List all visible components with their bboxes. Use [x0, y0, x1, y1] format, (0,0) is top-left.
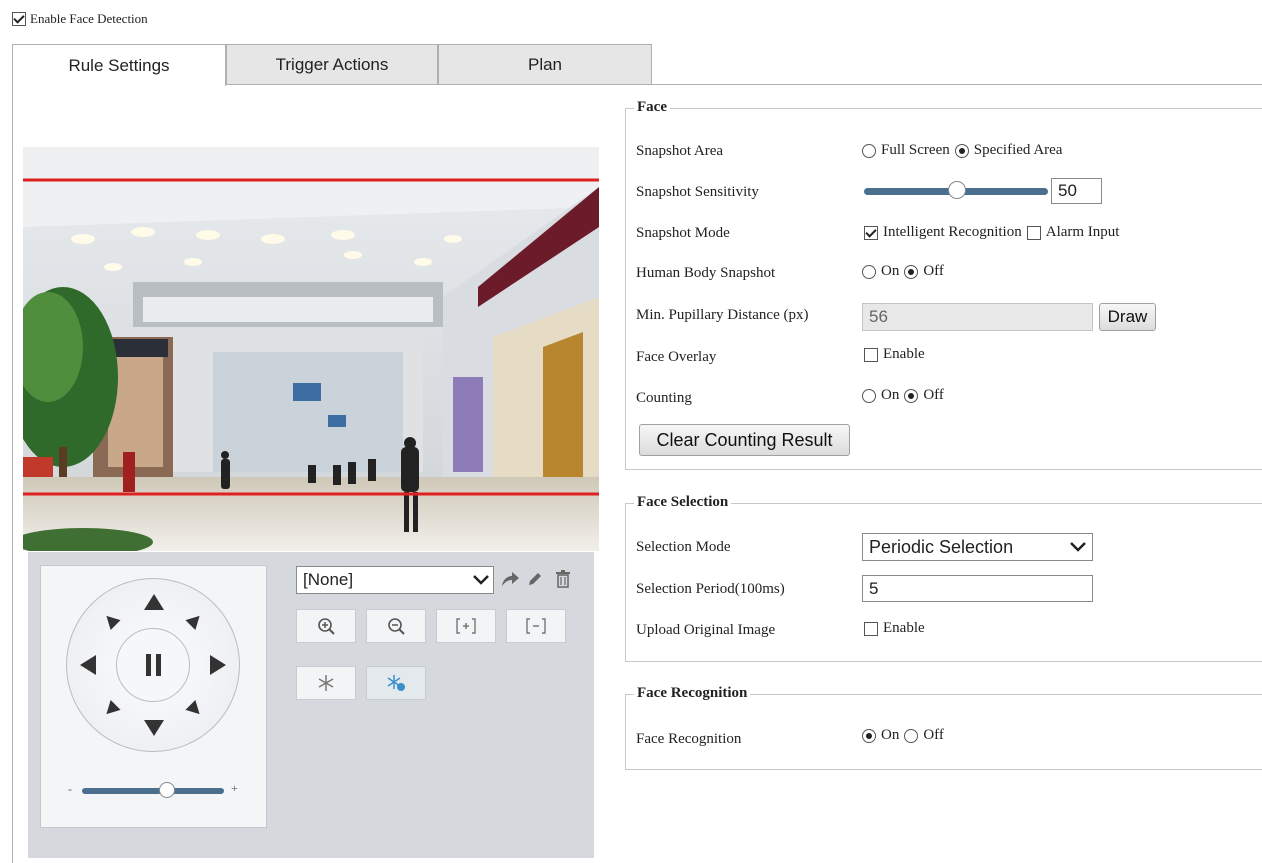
counting-off-radio[interactable]	[904, 388, 919, 403]
go-to-preset-icon[interactable]	[500, 570, 520, 588]
ptz-left-icon[interactable]	[80, 655, 96, 675]
chevron-down-icon	[1070, 542, 1086, 552]
upload-original-checkbox[interactable]	[864, 621, 878, 636]
snapshot-sensitivity-label: Snapshot Sensitivity	[636, 184, 759, 200]
human-body-on-label: On	[881, 263, 900, 279]
focus-near-button[interactable]	[436, 609, 496, 643]
face-recognition-label: Face Recognition	[636, 731, 742, 747]
clear-counting-result-button[interactable]: Clear Counting Result	[639, 424, 850, 456]
draw-button[interactable]: Draw	[1099, 303, 1156, 331]
sensitivity-value: 50	[1058, 181, 1077, 200]
video-preview[interactable]	[23, 147, 599, 551]
chevron-down-icon	[473, 575, 489, 585]
full-screen-label: Full Screen	[881, 142, 950, 158]
enable-face-detection-label: Enable Face Detection	[30, 11, 148, 26]
human-body-off-label: Off	[923, 263, 944, 279]
snapshot-area-specified-radio[interactable]	[954, 143, 969, 158]
enable-face-detection[interactable]: Enable Face Detection	[12, 11, 148, 27]
ptz-down-icon[interactable]	[144, 720, 164, 736]
zoom-in-button[interactable]	[296, 609, 356, 643]
sensitivity-slider[interactable]	[864, 181, 1048, 199]
snowflake-icon	[318, 675, 334, 691]
focus-far-button[interactable]	[506, 609, 566, 643]
zoom-out-button[interactable]	[366, 609, 426, 643]
ptz-pause-button[interactable]	[116, 628, 190, 702]
alarm-input-checkbox[interactable]	[1026, 225, 1041, 240]
tab-rule-settings[interactable]: Rule Settings	[12, 44, 226, 86]
face-legend: Face	[634, 99, 670, 116]
human-body-on-radio[interactable]	[862, 264, 876, 279]
face-overlay-enable-label: Enable	[883, 346, 925, 362]
face-recognition-off-radio[interactable]	[904, 728, 919, 743]
defog-button[interactable]	[296, 666, 356, 700]
tab-divider	[652, 84, 1262, 85]
upload-original-enable-label: Enable	[883, 620, 925, 636]
upload-original-label: Upload Original Image	[636, 622, 776, 638]
snapshot-mode-label: Snapshot Mode	[636, 225, 730, 241]
enable-face-detection-checkbox[interactable]	[12, 12, 26, 26]
focus-near-icon	[456, 618, 476, 634]
snowflake-auto-icon	[387, 675, 405, 691]
snapshot-area-full-screen-radio[interactable]	[862, 143, 876, 158]
pupillary-distance-input[interactable]: 56	[862, 303, 1093, 331]
counting-on-radio[interactable]	[862, 388, 876, 403]
snapshot-mode-options: Intelligent Recognition Alarm Input	[864, 224, 1119, 241]
face-recognition-on-radio[interactable]	[862, 728, 876, 743]
human-body-options: On Off	[862, 263, 944, 280]
selection-mode-value: Periodic Selection	[869, 536, 1014, 557]
counting-on-label: On	[881, 387, 900, 403]
ptz-up-icon[interactable]	[144, 594, 164, 610]
intelligent-recognition-label: Intelligent Recognition	[883, 224, 1022, 240]
alarm-input-label: Alarm Input	[1045, 224, 1120, 240]
human-body-off-radio[interactable]	[904, 264, 919, 279]
sensitivity-input[interactable]: 50	[1051, 178, 1102, 204]
preset-select[interactable]: [None]	[296, 566, 494, 594]
face-overlay-label: Face Overlay	[636, 349, 717, 365]
delete-preset-icon[interactable]	[554, 569, 572, 589]
upload-original-options: Enable	[864, 620, 925, 637]
zoom-in-icon	[318, 618, 335, 635]
selection-mode-label: Selection Mode	[636, 539, 731, 555]
snapshot-area-options: Full Screen Specified Area	[862, 142, 1062, 159]
ptz-speed-slider[interactable]	[82, 782, 224, 798]
face-recognition-legend: Face Recognition	[634, 685, 751, 702]
counting-label: Counting	[636, 390, 692, 406]
counting-options: On Off	[862, 387, 944, 404]
zoom-out-icon	[388, 618, 405, 635]
face-recognition-options: On Off	[862, 727, 944, 744]
selection-period-input[interactable]: 5	[862, 575, 1093, 602]
focus-far-icon	[526, 618, 546, 634]
speed-plus-icon: +	[231, 781, 238, 795]
selection-mode-select[interactable]: Periodic Selection	[862, 533, 1093, 561]
mall-scene-image	[23, 147, 599, 551]
face-recognition-off-label: Off	[923, 727, 944, 743]
tab-plan[interactable]: Plan	[438, 44, 652, 85]
tab-trigger-actions[interactable]: Trigger Actions	[226, 44, 438, 85]
speed-minus-icon: -	[68, 782, 72, 796]
intelligent-recognition-checkbox[interactable]	[864, 225, 878, 240]
pupillary-distance-label: Min. Pupillary Distance (px)	[636, 307, 809, 323]
face-overlay-checkbox[interactable]	[864, 347, 878, 362]
pause-icon	[145, 654, 161, 676]
defog-auto-button[interactable]	[366, 666, 426, 700]
panel-left-border	[12, 85, 13, 863]
snapshot-area-label: Snapshot Area	[636, 143, 724, 159]
counting-off-label: Off	[923, 387, 944, 403]
preset-select-value: [None]	[303, 570, 354, 589]
face-fieldset: Face	[625, 99, 1262, 470]
pupillary-distance-value: 56	[869, 307, 888, 326]
edit-preset-icon[interactable]	[526, 570, 544, 588]
sensitivity-slider-knob[interactable]	[948, 181, 966, 199]
specified-area-label: Specified Area	[973, 142, 1063, 158]
selection-period-label: Selection Period(100ms)	[636, 581, 785, 597]
ptz-right-icon[interactable]	[210, 655, 226, 675]
human-body-snapshot-label: Human Body Snapshot	[636, 265, 776, 281]
face-recognition-on-label: On	[881, 727, 900, 743]
face-selection-legend: Face Selection	[634, 494, 732, 511]
selection-period-value: 5	[869, 578, 879, 598]
face-overlay-options: Enable	[864, 346, 925, 363]
